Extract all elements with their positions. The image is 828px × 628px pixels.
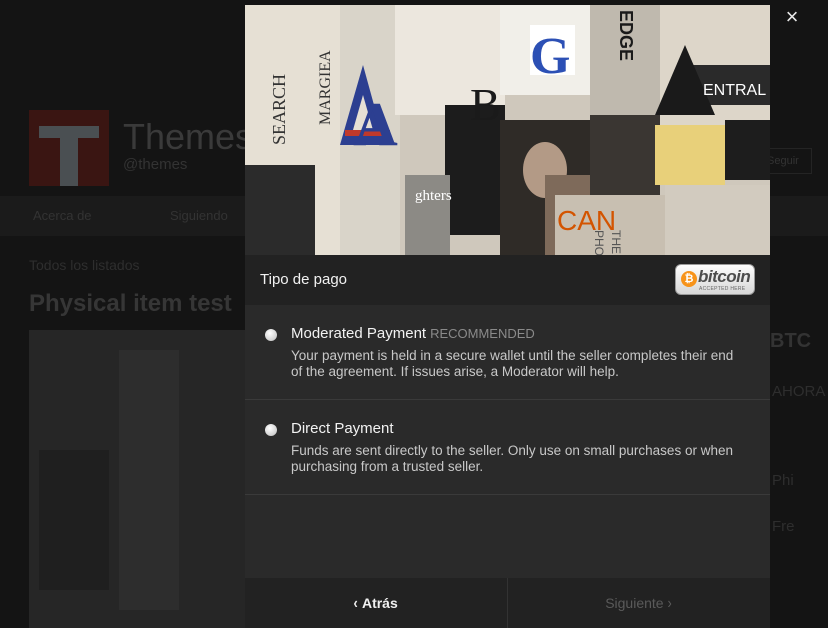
- listing-photo: [29, 330, 249, 628]
- bitcoin-subtitle: ACCEPTED HERE: [699, 286, 746, 292]
- option-title-text: Moderated Payment: [291, 325, 427, 342]
- collage-image: SEARCH MARGIEA A G B EDGE ENTRAL CAN THE…: [245, 5, 770, 255]
- hero-text-b: B: [470, 79, 501, 130]
- chevron-right-icon: ›: [668, 595, 673, 612]
- radio-direct-payment[interactable]: [265, 424, 277, 436]
- next-button[interactable]: Siguiente ›: [507, 578, 770, 628]
- option-description: Your payment is held in a secure wallet …: [291, 348, 734, 379]
- option-title-text: Direct Payment: [291, 420, 394, 437]
- back-label: Atrás: [361, 595, 398, 611]
- hero-text-the: THE: [609, 230, 623, 254]
- hero-text-can: CAN: [557, 205, 616, 236]
- hero-text-a: A: [353, 91, 398, 159]
- hero-text-ghters: ghters: [415, 188, 452, 204]
- hero-text-central: ENTRAL: [703, 82, 766, 99]
- bitcoin-wordmark: bitcoin: [698, 267, 751, 286]
- store-handle: @themes: [123, 156, 188, 173]
- option-title: Moderated Payment RECOMMENDED: [291, 325, 535, 342]
- listing-price: BTC: [770, 330, 812, 352]
- store-logo: [29, 110, 109, 186]
- close-icon[interactable]: ×: [781, 4, 803, 30]
- hero-text-edge: EDGE: [616, 10, 636, 61]
- radio-moderated-payment[interactable]: [265, 329, 277, 341]
- option-moderated-payment[interactable]: Moderated Payment RECOMMENDED Your paymen…: [245, 305, 770, 400]
- store-name: Themes: [123, 116, 254, 157]
- option-direct-payment[interactable]: Direct Payment Funds are sent directly t…: [245, 400, 770, 495]
- hero-text-g: G: [530, 28, 570, 85]
- hero-text-pho: PHO: [592, 230, 606, 255]
- listing-title: Physical item test: [29, 290, 232, 317]
- option-title: Direct Payment: [291, 420, 394, 437]
- bitcoin-icon: ₿: [681, 271, 697, 287]
- recommended-badge: RECOMMENDED: [430, 326, 535, 341]
- option-description: Funds are sent directly to the seller. O…: [291, 443, 733, 474]
- listing-hero-image: SEARCH MARGIEA A G B EDGE ENTRAL CAN THE…: [245, 5, 770, 255]
- hero-text-search: SEARCH: [269, 74, 289, 145]
- free-item: Fre: [772, 518, 795, 535]
- chevron-left-icon: ‹: [353, 595, 359, 612]
- payment-type-header: Tipo de pago ₿ bitcoin ACCEPTED HERE: [245, 255, 770, 305]
- hero-text-margiea: MARGIEA: [317, 50, 334, 125]
- nav-item-following: Siguiendo: [170, 208, 228, 223]
- modal-footer: ‹ Atrás Siguiente ›: [245, 578, 770, 628]
- next-label: Siguiente: [605, 595, 664, 611]
- payment-type-modal: SEARCH MARGIEA A G B EDGE ENTRAL CAN THE…: [245, 5, 770, 628]
- buy-now-label: AHORA: [772, 383, 826, 400]
- header-title: Tipo de pago: [260, 271, 348, 288]
- breadcrumb: Todos los listados: [29, 257, 140, 273]
- bitcoin-accepted-badge: ₿ bitcoin ACCEPTED HERE: [675, 264, 755, 295]
- nav-item-about: Acerca de: [33, 208, 92, 223]
- back-button[interactable]: ‹ Atrás: [245, 578, 506, 628]
- shipping-item: Phi: [772, 472, 794, 489]
